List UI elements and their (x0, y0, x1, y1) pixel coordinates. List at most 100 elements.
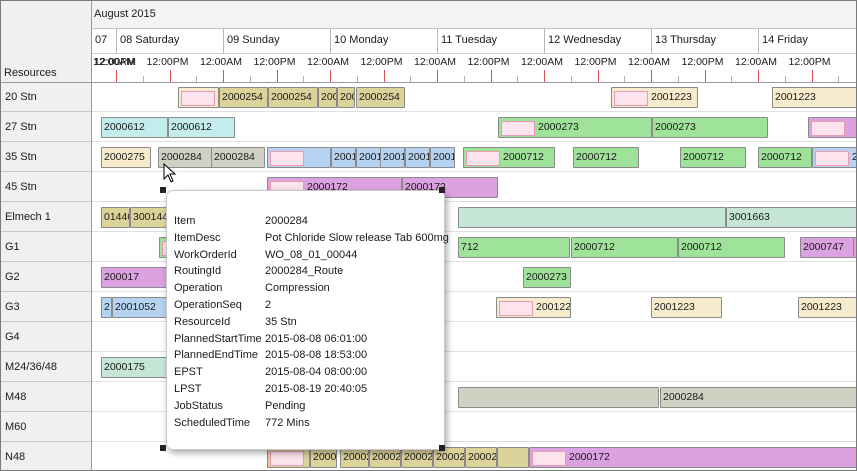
schedule-bar-label: 2001 (359, 151, 381, 163)
setup-segment (499, 301, 533, 316)
schedule-bar[interactable]: 712 (458, 237, 570, 258)
resource-row-label: 35 Stn (1, 143, 91, 172)
schedule-bar[interactable]: 20002 (465, 447, 497, 468)
schedule-bar-label: 2000712 (761, 151, 802, 163)
resource-row-label: G3 (1, 293, 91, 322)
schedule-bar[interactable]: 2001 (812, 147, 856, 168)
tooltip-value: Compression (265, 282, 330, 295)
schedule-bar[interactable]: 2000284 (211, 147, 265, 168)
schedule-bar[interactable]: 2001 (380, 147, 405, 168)
tooltip-row: PlannedStartTime 2015-08-08 06:01:00 (174, 333, 439, 349)
schedule-bar-label: 2001 (433, 151, 455, 163)
schedule-bar[interactable]: 2000712 (571, 237, 678, 258)
resource-row-label: 20 Stn (1, 83, 91, 112)
schedule-bar[interactable] (458, 387, 659, 408)
schedule-bar[interactable]: 2000254 (356, 87, 405, 108)
tooltip-key: PlannedStartTime (174, 332, 262, 345)
schedule-bar[interactable] (178, 87, 219, 108)
schedule-bar[interactable]: 2001 (356, 147, 381, 168)
setup-segment (270, 151, 304, 166)
schedule-bar[interactable]: 20002 (310, 447, 337, 468)
mouse-pointer-icon (163, 163, 177, 183)
schedule-bar[interactable]: 2001223 (651, 297, 722, 318)
schedule-bar[interactable]: 2000612 (168, 117, 235, 138)
schedule-bar[interactable]: 200017 (101, 267, 176, 288)
tooltip-value: 2000284_Route (265, 265, 344, 278)
schedule-bar[interactable]: 2000273 (498, 117, 652, 138)
hour-tick (651, 70, 652, 82)
tooltip-corner-marker (439, 187, 445, 193)
schedule-bar[interactable]: 2001223 (611, 87, 698, 108)
schedule-bar[interactable]: 2001223 (798, 297, 856, 318)
schedule-bar[interactable] (267, 447, 310, 468)
schedule-bar[interactable]: 2001 (331, 147, 356, 168)
setup-segment (815, 151, 849, 166)
schedule-bar-label: 01440 (104, 211, 129, 223)
schedule-bar-label: 2000712 (574, 241, 615, 253)
schedule-bar[interactable]: 01440 (101, 207, 130, 228)
schedule-bar[interactable]: 2000275 (101, 147, 151, 168)
tooltip-row: ItemDesc Pot Chloride Slow release Tab 60… (174, 232, 449, 248)
hour-tick (410, 76, 411, 82)
schedule-bar[interactable]: 20002 (433, 447, 465, 468)
hour-label: 12:00AM (521, 56, 564, 68)
schedule-bar[interactable]: 20002 (340, 447, 369, 468)
schedule-bar[interactable]: 2000712 (758, 147, 812, 168)
schedule-bar[interactable]: 2001 (405, 147, 430, 168)
schedule-bar-label: 20002 (436, 451, 465, 463)
schedule-bar-label: 2000273 (655, 121, 696, 133)
hour-label: 12:00AM (200, 56, 243, 68)
tooltip-value: 35 Stn (265, 315, 297, 328)
schedule-bar[interactable]: 2000175 (101, 357, 172, 378)
schedule-bar[interactable]: 2000254 (268, 87, 318, 108)
schedule-bar[interactable]: 20002 (401, 447, 433, 468)
hour-label: 12:00PM (360, 56, 403, 68)
schedule-bar[interactable]: 2000747 (800, 237, 854, 258)
schedule-bar[interactable]: 3001663 (726, 207, 856, 228)
schedule-bar-label: 2000175 (104, 361, 145, 373)
tooltip-value: 772 Mins (265, 416, 310, 429)
schedule-bar[interactable]: 20002 (369, 447, 401, 468)
schedule-bar[interactable]: 2000254 (219, 87, 268, 108)
tooltip-value: WO_08_01_00044 (265, 248, 358, 261)
schedule-bar[interactable]: 2 (101, 297, 112, 318)
hour-tick (491, 70, 492, 82)
setup-segment (501, 121, 535, 136)
hour-tick (330, 70, 331, 82)
resource-list: 20 Stn 27 Stn 35 Stn 45 Stn Elmech 1 G1 G2 G3 G4… (1, 83, 92, 470)
schedule-bar-label: 2001223 (651, 91, 692, 103)
schedule-bar[interactable]: 2000612 (101, 117, 168, 138)
schedule-bar-label: 2000254 (359, 91, 400, 103)
schedule-bar[interactable]: 2000712 (463, 147, 555, 168)
schedule-bar-label: 200017 (104, 271, 140, 283)
schedule-bar[interactable]: 2000273 (523, 267, 571, 288)
schedule-bar[interactable]: 2000172 (529, 447, 856, 468)
schedule-bar[interactable]: 2000273 (652, 117, 768, 138)
setup-segment (181, 91, 215, 106)
gantt-scheduler: Resources 20 Stn 27 Stn 35 Stn 45 Stn Elmech… (0, 0, 857, 471)
tooltip-row: WorkOrderId WO_08_01_00044 (174, 249, 439, 265)
schedule-bar[interactable]: 200 (337, 87, 355, 108)
day-header-cell: 10 Monday (330, 29, 437, 53)
resource-row-label: N48 (1, 443, 91, 470)
schedule-bar[interactable] (808, 117, 856, 138)
tooltip-key: PlannedEndTime (174, 349, 258, 362)
schedule-bar[interactable]: 2001223 (772, 87, 856, 108)
schedule-bar[interactable]: 2000712 (573, 147, 639, 168)
schedule-bar[interactable]: 200 (318, 87, 337, 108)
month-label: August 2015 (94, 8, 156, 20)
schedule-bar[interactable]: 2000712 (680, 147, 746, 168)
day-header-cell: 07 (95, 34, 108, 46)
schedule-bar[interactable] (497, 447, 529, 468)
resource-row-label: 45 Stn (1, 173, 91, 202)
schedule-bar[interactable]: 2000747 (853, 237, 856, 258)
hour-label: 12:00PM (253, 56, 296, 68)
schedule-bar[interactable]: 2000284 (660, 387, 856, 408)
schedule-bar[interactable] (458, 207, 726, 228)
schedule-bar[interactable]: 2000712 (678, 237, 785, 258)
schedule-bar[interactable]: 2001 (430, 147, 455, 168)
schedule-bar[interactable]: 2001223 (496, 297, 571, 318)
schedule-bar[interactable] (267, 147, 331, 168)
tooltip-key: Operation (174, 282, 223, 295)
tooltip-key: ResourceId (174, 315, 231, 328)
